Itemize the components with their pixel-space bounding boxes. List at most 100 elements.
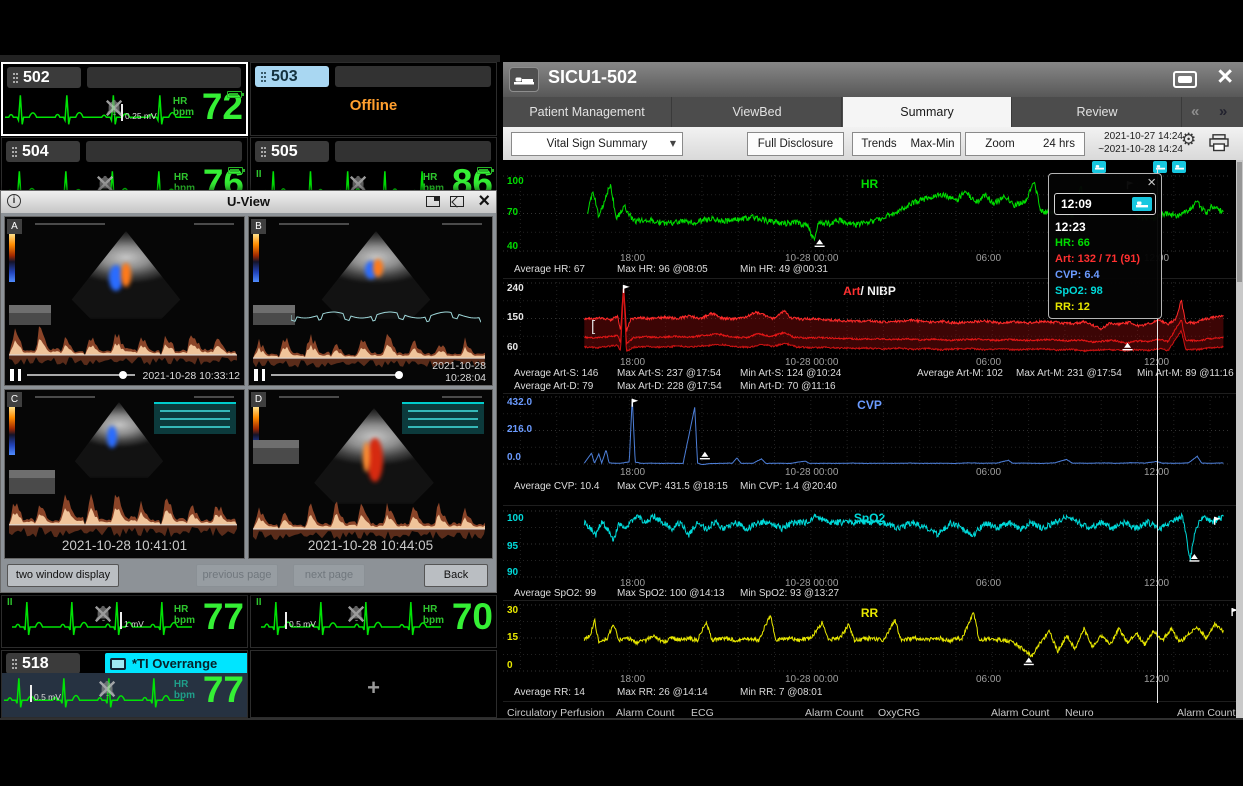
- ultrasound-panel-c[interactable]: C 2021-10-28 10:41:01: [4, 389, 245, 559]
- rr-trend-plot[interactable]: [503, 604, 1236, 672]
- gear-icon[interactable]: ⚙: [1181, 130, 1196, 150]
- probe-info-box: [253, 440, 299, 464]
- patient-name-slot[interactable]: [335, 141, 491, 162]
- stat: Average SpO2: 99: [514, 588, 596, 599]
- zoom-button[interactable]: Zoom: [965, 132, 1035, 156]
- ecg-scale-marker: 1 mV: [120, 612, 144, 629]
- clip-progress-track[interactable]: [271, 374, 401, 376]
- tooltip-art: Art: 132 / 71 (91): [1055, 253, 1140, 265]
- ultrasound-panel-d[interactable]: D 2021-10-28 10:44:05: [248, 389, 493, 559]
- probe-info-box: [253, 305, 295, 325]
- info-icon[interactable]: i: [7, 194, 21, 208]
- alarm-screen-icon: [110, 658, 126, 670]
- bottom-tab-neuro[interactable]: Neuro: [1065, 707, 1094, 718]
- bed-label-504[interactable]: 504: [6, 141, 80, 162]
- tabs-prev-arrow[interactable]: «: [1191, 97, 1199, 127]
- spectral-doppler: [9, 482, 237, 540]
- bottom-tab-circulatory-perfusion[interactable]: Circulatory Perfusion: [507, 707, 604, 718]
- x-tick: 06:00: [976, 674, 1001, 685]
- patient-name-slot[interactable]: [86, 141, 242, 162]
- time-input-value: 12:09: [1061, 197, 1092, 211]
- y-tick: 240: [507, 283, 524, 294]
- stat: Average CVP: 10.4: [514, 481, 599, 492]
- scrollbar-thumb[interactable]: [1237, 162, 1242, 282]
- pause-button[interactable]: [10, 369, 21, 381]
- print-icon[interactable]: [1209, 134, 1229, 152]
- bed-label-502[interactable]: 502: [7, 67, 81, 88]
- meta-text: [35, 223, 105, 225]
- bed-label-505[interactable]: 505: [255, 141, 329, 162]
- bed-tile-ecg-77[interactable]: II 1 mV HRbpm 77: [1, 595, 248, 648]
- two-window-display-button[interactable]: two window display: [7, 564, 119, 587]
- bed-tile-503[interactable]: 503 Offline: [250, 62, 497, 136]
- bed-label-503[interactable]: 503: [255, 66, 329, 87]
- close-icon[interactable]: ×: [478, 190, 490, 212]
- patient-name-slot[interactable]: [87, 67, 241, 88]
- cvp-trend-plot[interactable]: [503, 396, 1236, 465]
- bed-label-518[interactable]: 518: [6, 653, 80, 674]
- window-title: SICU1-502: [548, 67, 637, 88]
- drag-dots-icon: [12, 659, 14, 661]
- bed-tile-empty[interactable]: +: [250, 650, 497, 718]
- zoom-range-button[interactable]: 24 hrs: [1034, 132, 1085, 156]
- bed-tile-518[interactable]: 518 *TI Overrange 0.5 mV HRbpm 77: [1, 650, 248, 718]
- screen-icon[interactable]: [1173, 71, 1197, 88]
- event-bed-marker[interactable]: [1092, 161, 1106, 173]
- tab-review[interactable]: Review: [1013, 97, 1182, 127]
- bed-icon-button[interactable]: [509, 67, 539, 92]
- event-bed-marker[interactable]: [1153, 161, 1167, 173]
- tabs-next-arrow[interactable]: »: [1219, 97, 1227, 127]
- tile-body: II 0.5 mV HRbpm 70: [251, 595, 496, 647]
- uview-titlebar[interactable]: i U-View ×: [1, 191, 496, 213]
- bottom-tab-ecg[interactable]: ECG: [691, 707, 714, 718]
- bottom-tab-alarm-count[interactable]: Alarm Count: [1177, 707, 1235, 718]
- back-button[interactable]: Back: [424, 564, 488, 587]
- time-input[interactable]: 12:09: [1054, 193, 1156, 215]
- clip-progress-handle[interactable]: [395, 371, 403, 379]
- bottom-tab-alarm-count[interactable]: Alarm Count: [805, 707, 863, 718]
- bottom-tab-oxycrg[interactable]: OxyCRG: [878, 707, 920, 718]
- close-icon[interactable]: ×: [1217, 62, 1233, 92]
- tooltip-cvp: CVP: 6.4: [1055, 269, 1100, 281]
- ultrasound-panel-a[interactable]: A 2021-10-28 10:33:12: [4, 216, 245, 386]
- ultrasound-panel-b[interactable]: B 2021-10-28 10:28:04: [248, 216, 493, 386]
- tab-summary[interactable]: Summary: [843, 97, 1012, 127]
- bed-tile-502[interactable]: 502 0.25 mV HRbpm 72: [1, 62, 248, 136]
- tab-patient-management[interactable]: Patient Management: [503, 97, 672, 127]
- full-disclosure-button[interactable]: Full Disclosure: [747, 132, 844, 156]
- next-page-button[interactable]: next page: [293, 564, 365, 587]
- spo2-trend-plot[interactable]: [503, 510, 1236, 578]
- meta-text: [35, 396, 95, 398]
- popout-icon[interactable]: [426, 196, 440, 207]
- view-select-dropdown[interactable]: Vital Sign Summary▼: [511, 132, 683, 156]
- close-icon[interactable]: ×: [1147, 174, 1156, 191]
- tile-header: 503: [251, 63, 496, 89]
- window-titlebar[interactable]: SICU1-502 ×: [503, 62, 1243, 97]
- x-tick: 06:00: [976, 253, 1001, 264]
- uview-title: U-View: [227, 194, 270, 209]
- vertical-scrollbar[interactable]: [1236, 160, 1243, 718]
- x-tick: 06:00: [976, 467, 1001, 478]
- tab-viewbed[interactable]: ViewBed: [673, 97, 842, 127]
- stat-max: Max HR: 96 @08:05: [617, 264, 708, 275]
- hr-label: HRbpm: [173, 96, 194, 118]
- hr-label: HRbpm: [174, 679, 195, 701]
- add-bed-button[interactable]: +: [251, 675, 496, 701]
- trend-mode-button[interactable]: Max-Min: [905, 132, 961, 156]
- patient-name-slot[interactable]: [335, 66, 491, 87]
- x-tick: 18:00: [620, 674, 645, 685]
- event-bed-marker[interactable]: [1172, 161, 1186, 173]
- clip-progress-handle[interactable]: [119, 371, 127, 379]
- goto-bed-button[interactable]: [1132, 197, 1152, 211]
- trends-button[interactable]: Trends: [852, 132, 906, 156]
- bottom-tab-alarm-count[interactable]: Alarm Count: [991, 707, 1049, 718]
- stat: Max RR: 26 @14:14: [617, 687, 708, 698]
- stat: Max Art-D: 228 @17:54: [617, 381, 722, 392]
- previous-page-button[interactable]: previous page: [196, 564, 278, 587]
- pause-button[interactable]: [254, 369, 265, 381]
- tile-header: 505: [251, 138, 496, 164]
- stat: Min Art-S: 124 @10:24: [740, 368, 841, 379]
- bottom-tab-alarm-count[interactable]: Alarm Count: [616, 707, 674, 718]
- bed-tile-ecg-70[interactable]: II 0.5 mV HRbpm 70: [250, 595, 497, 648]
- expand-icon[interactable]: [450, 196, 464, 207]
